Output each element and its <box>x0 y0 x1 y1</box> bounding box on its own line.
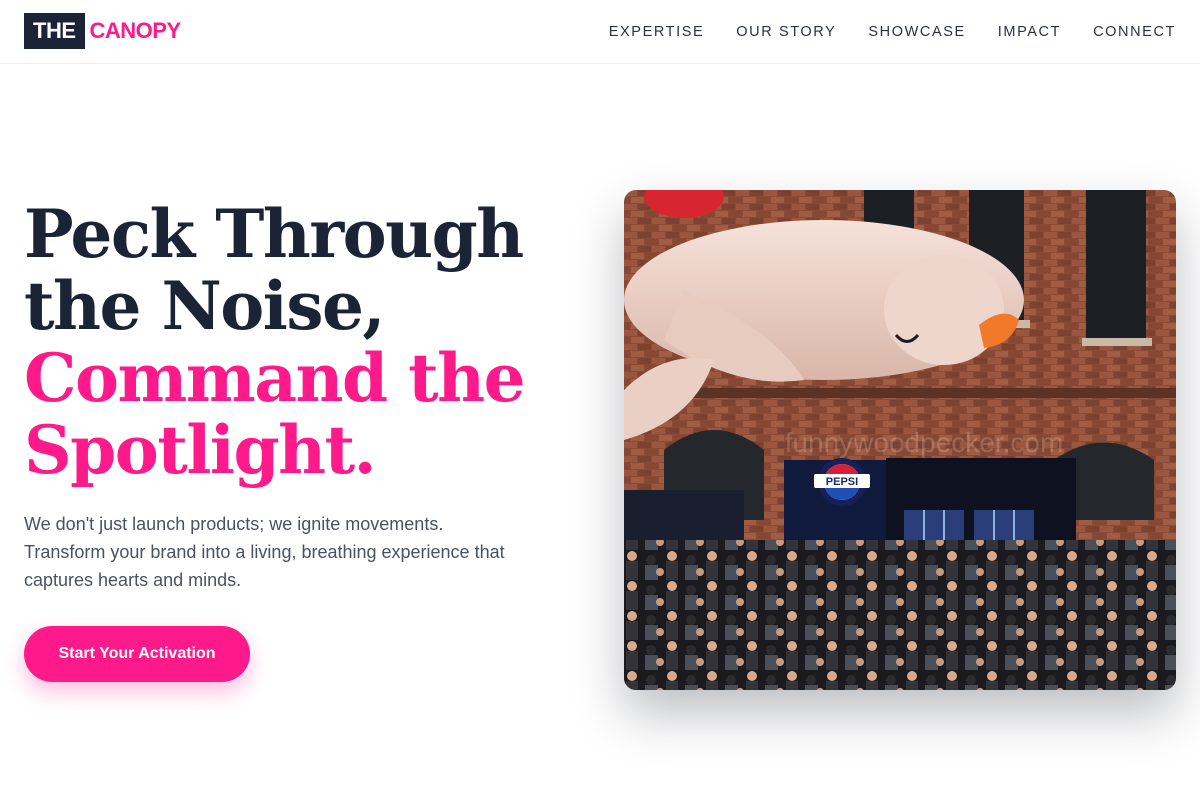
hero-title-line-4: Spotlight. <box>24 411 377 489</box>
hero-title-line-1: Peck Through <box>24 195 524 273</box>
hero-title: Peck Through the Noise, Command the Spot… <box>24 198 584 486</box>
crowd <box>624 540 1176 690</box>
start-activation-button[interactable]: Start Your Activation <box>24 626 250 682</box>
nav-item-connect[interactable]: CONNECT <box>1093 24 1176 40</box>
hero-photo: PEPSI funnywoodpecker.com <box>624 190 1176 690</box>
nav-item-showcase[interactable]: SHOWCASE <box>868 24 965 40</box>
hero-title-line-2: the Noise, <box>24 267 386 345</box>
logo-box: THE <box>24 13 85 49</box>
photo-watermark: funnywoodpecker.com <box>785 427 1064 458</box>
site-header: THE CANOPY EXPERTISE OUR STORY SHOWCASE … <box>0 0 1200 64</box>
nav-item-expertise[interactable]: EXPERTISE <box>609 24 705 40</box>
logo-text: CANOPY <box>89 18 182 43</box>
nav-item-impact[interactable]: IMPACT <box>998 24 1061 40</box>
hero-description: We don't just launch products; we ignite… <box>24 514 505 590</box>
hero-title-line-3: Command the <box>24 339 526 417</box>
booth-sign: PEPSI <box>826 476 858 488</box>
nav-item-our-story[interactable]: OUR STORY <box>736 24 836 40</box>
main-nav: EXPERTISE OUR STORY SHOWCASE IMPACT CONN… <box>609 0 1176 64</box>
logo[interactable]: THE CANOPY <box>24 13 181 49</box>
